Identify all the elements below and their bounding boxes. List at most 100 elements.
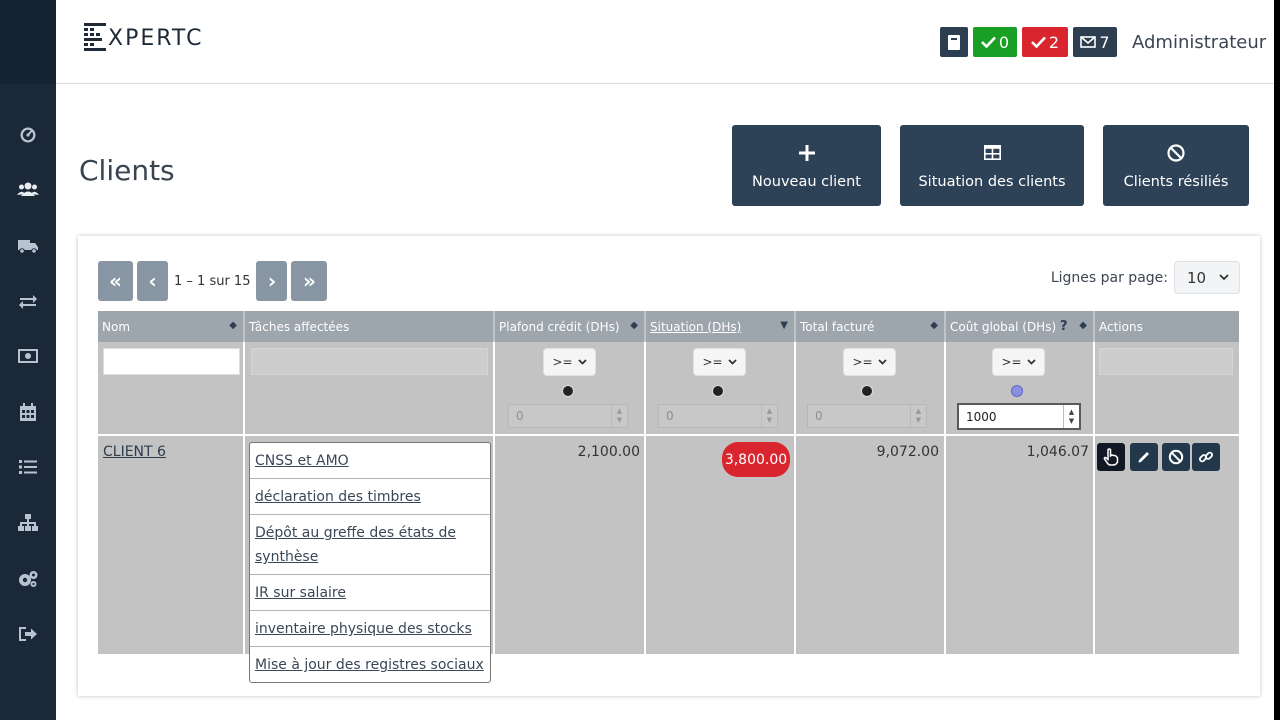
last-page-button[interactable]: » <box>291 261 328 301</box>
client-name-link[interactable]: CLIENT 6 <box>103 444 166 460</box>
total-value: 9,072.00 <box>876 444 939 460</box>
chevron-down-icon <box>727 359 737 365</box>
cogs-icon[interactable] <box>14 565 42 593</box>
overdue-tasks-count: 2 <box>1048 32 1060 52</box>
completed-tasks-count: 0 <box>998 32 1010 52</box>
users-icon[interactable] <box>14 175 42 203</box>
column-header-nom[interactable]: Nom ◆ <box>98 311 243 342</box>
cout-filter-input[interactable]: 1000 ▲ ▼ <box>957 403 1081 430</box>
plafond-filter-radio[interactable] <box>562 385 574 397</box>
task-link[interactable]: Dépôt au greffe des états de synthèse <box>250 515 490 575</box>
truck-icon[interactable] <box>14 232 42 260</box>
chevron-down-icon <box>1219 274 1229 281</box>
money-icon[interactable] <box>14 342 42 370</box>
check-icon <box>1030 36 1046 48</box>
total-operator-value: >= <box>852 355 873 369</box>
clients-situation-button[interactable]: Situation des clients <box>900 125 1084 206</box>
column-header-cout[interactable]: Coût global (DHs) ? ◆ <box>946 311 1093 342</box>
user-menu[interactable]: Administrateur <box>1132 32 1266 53</box>
first-page-button[interactable]: « <box>98 261 133 301</box>
check-icon <box>980 36 996 48</box>
envelope-icon <box>1080 36 1097 48</box>
hand-pointer-icon <box>1103 448 1119 466</box>
main-content: Clients Nouveau client Situation des cli… <box>56 84 1274 720</box>
column-header-plafond-label: Plafond crédit (DHs) <box>499 319 620 334</box>
situation-filter-input[interactable]: 0 ▲ ▼ <box>658 404 778 428</box>
dashboard-icon[interactable] <box>14 120 42 148</box>
sort-desc-icon: ▼ <box>780 320 788 331</box>
ban-icon <box>1167 143 1185 162</box>
pagination-info: 1 – 1 sur 15 <box>174 273 251 289</box>
sign-out-icon[interactable] <box>14 620 42 648</box>
rows-per-page-value: 10 <box>1187 268 1207 287</box>
spinner-icon[interactable]: ▲ ▼ <box>761 405 777 427</box>
terminate-client-button[interactable] <box>1162 443 1190 471</box>
task-link[interactable]: inventaire physique des stocks <box>250 611 490 647</box>
spinner-icon[interactable]: ▲ ▼ <box>1063 405 1079 428</box>
terminated-clients-label: Clients résiliés <box>1123 173 1229 190</box>
column-header-situation[interactable]: Situation (DHs) ▼ <box>646 311 794 342</box>
cout-filter-value: 1000 <box>966 409 997 424</box>
column-header-plafond[interactable]: Plafond crédit (DHs) ◆ <box>495 311 644 342</box>
clients-table: Nom ◆ Tâches affectées Plafond crédit (DH… <box>98 311 1239 683</box>
tasks-filter-input[interactable] <box>251 348 488 375</box>
total-filter-input[interactable]: 0 ▲ ▼ <box>807 404 927 428</box>
column-divider <box>243 342 245 654</box>
task-link[interactable]: IR sur salaire <box>250 575 490 611</box>
notes-badge[interactable] <box>940 27 968 57</box>
list-icon[interactable] <box>14 453 42 481</box>
plafond-filter-input[interactable]: 0 ▲ ▼ <box>508 404 628 428</box>
chevron-down-icon <box>877 359 887 365</box>
spinner-icon[interactable]: ▲ ▼ <box>611 405 627 427</box>
total-filter-radio[interactable] <box>861 385 873 397</box>
row-divider <box>98 434 1239 436</box>
situation-filter-radio[interactable] <box>712 385 724 397</box>
column-divider <box>794 342 796 654</box>
rows-per-page-label: Lignes par page: <box>1050 269 1168 286</box>
next-page-button[interactable]: › <box>256 261 288 301</box>
prev-page-button[interactable]: ‹ <box>137 261 168 301</box>
new-client-button[interactable]: Nouveau client <box>732 125 881 206</box>
exchange-icon[interactable] <box>14 287 42 315</box>
logo-mark-icon <box>84 23 106 51</box>
completed-tasks-badge[interactable]: 0 <box>973 27 1017 57</box>
sidebar <box>0 0 56 720</box>
plafond-operator-select[interactable]: >= <box>543 348 596 376</box>
book-icon <box>948 34 960 50</box>
overdue-tasks-badge[interactable]: 2 <box>1022 27 1068 57</box>
column-header-situation-label: Situation (DHs) <box>650 319 742 334</box>
column-divider <box>644 342 646 654</box>
new-client-label: Nouveau client <box>752 173 861 190</box>
name-filter-input[interactable] <box>103 348 240 375</box>
cout-filter-radio[interactable] <box>1011 385 1023 397</box>
total-operator-select[interactable]: >= <box>843 348 896 376</box>
rows-per-page-select[interactable]: 10 <box>1174 261 1240 294</box>
client-link-button[interactable] <box>1192 443 1220 471</box>
column-header-total-label: Total facturé <box>800 319 875 334</box>
help-icon[interactable]: ? <box>1060 319 1068 334</box>
column-divider <box>1093 342 1095 654</box>
clients-situation-label: Situation des clients <box>918 173 1066 190</box>
task-link[interactable]: Mise à jour des registres sociaux <box>250 647 490 682</box>
chevron-down-icon <box>1026 359 1036 365</box>
pencil-icon <box>1138 452 1149 463</box>
calendar-icon[interactable] <box>14 398 42 426</box>
column-header-cout-label: Coût global (DHs) <box>950 319 1057 334</box>
sort-icon: ◆ <box>1079 320 1087 331</box>
spinner-icon[interactable]: ▲ ▼ <box>910 405 926 427</box>
sort-icon: ◆ <box>630 320 638 331</box>
task-link[interactable]: CNSS et AMO <box>250 443 490 479</box>
logo[interactable]: XPERTC <box>84 22 203 54</box>
cout-operator-select[interactable]: >= <box>992 348 1045 376</box>
chevron-down-icon <box>577 359 587 365</box>
terminated-clients-button[interactable]: Clients résiliés <box>1103 125 1249 206</box>
select-client-button[interactable] <box>1097 443 1125 471</box>
sitemap-icon[interactable] <box>14 509 42 537</box>
messages-badge[interactable]: 7 <box>1073 27 1117 57</box>
situation-operator-select[interactable]: >= <box>693 348 746 376</box>
cout-value: 1,046.07 <box>1026 444 1089 460</box>
task-link[interactable]: déclaration des timbres <box>250 479 490 515</box>
sort-icon: ◆ <box>930 320 938 331</box>
edit-client-button[interactable] <box>1130 443 1158 471</box>
column-header-total[interactable]: Total facturé ◆ <box>796 311 944 342</box>
